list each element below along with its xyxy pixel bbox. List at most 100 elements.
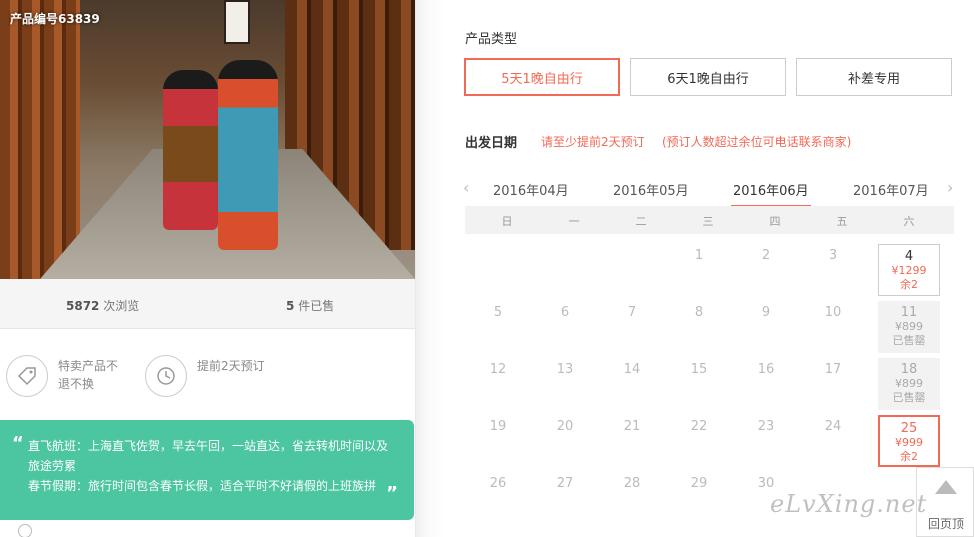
views-label: 次浏览 [103, 299, 140, 313]
calendar-day: 22 [666, 415, 732, 467]
product-code: 产品编号63839 [10, 12, 100, 26]
day-availability: 已售罄 [892, 391, 926, 404]
photo-wall-left [0, 0, 80, 279]
type-option-supplement[interactable]: 补差专用 [796, 58, 952, 96]
calendar-day: 14 [599, 358, 665, 410]
day-number: 2 [761, 248, 771, 263]
day-number: 23 [757, 419, 775, 434]
feature-text: 特卖产品不退不换 [58, 359, 119, 391]
quote-close-icon: ” [386, 483, 398, 504]
day-number: 24 [824, 419, 842, 434]
sold-stat: 5 件已售 [286, 297, 334, 314]
calendar-day: 7 [599, 301, 665, 353]
type-option-6d[interactable]: 6天1晚自由行 [630, 58, 786, 96]
day-number: 21 [623, 419, 641, 434]
notice-line-2: 春节假期：旅行时间包含春节长假，适合平时不好请假的上班族拼 [28, 479, 377, 493]
history-clock-icon [145, 355, 187, 397]
calendar-day[interactable]: 25 ¥999 余2 [878, 415, 940, 467]
weekday-label: 一 [568, 215, 580, 228]
watermark-logo: eLvXing.net [770, 490, 928, 518]
product-features: 特卖产品不退不换 提前2天预订 [0, 330, 415, 420]
calendar-day: 29 [666, 472, 732, 524]
day-number: 22 [690, 419, 708, 434]
day-availability: 余2 [900, 278, 918, 291]
feature-text: 提前2天预订 [197, 359, 265, 373]
day-number: 5 [493, 305, 503, 320]
day-number: 10 [824, 305, 842, 320]
day-price: ¥999 [895, 436, 923, 449]
product-type-label: 产品类型 [465, 32, 518, 47]
type-option-5d[interactable]: 5天1晚自由行 [464, 58, 620, 96]
arrow-up-icon [935, 480, 957, 494]
panel-divider [415, 0, 445, 537]
day-number: 9 [761, 305, 771, 320]
calendar-day: 23 [733, 415, 799, 467]
calendar-day: 27 [532, 472, 598, 524]
feature-no-refund: 特卖产品不退不换 [6, 355, 128, 397]
views-stat: 5872 次浏览 [66, 297, 139, 314]
calendar-day: 28 [599, 472, 665, 524]
calendar-day[interactable]: 18 ¥899 已售罄 [878, 358, 940, 410]
sold-count: 5 [286, 299, 295, 313]
day-number: 8 [694, 305, 704, 320]
calendar-day[interactable]: 11 ¥899 已售罄 [878, 301, 940, 353]
calendar-day: 6 [532, 301, 598, 353]
day-price: ¥899 [895, 377, 923, 390]
calendar-day: 8 [666, 301, 732, 353]
day-number: 19 [489, 419, 507, 434]
chevron-right-icon[interactable]: › [947, 178, 953, 197]
notice-line-1: 直飞航班：上海直飞佐贺，早去午回，一站直达，省去转机时间以及旅途劳累 [28, 439, 389, 473]
calendar-day: 20 [532, 415, 598, 467]
tag-icon [6, 355, 48, 397]
day-number: 1 [694, 248, 704, 263]
calendar-day: 13 [532, 358, 598, 410]
tab-pointer [46, 520, 66, 530]
calendar-day: 1 [666, 244, 732, 296]
day-number: 15 [690, 362, 708, 377]
calendar-day[interactable]: 4 ¥1299 余2 [878, 244, 940, 296]
sun-icon [18, 524, 32, 537]
day-availability: 余2 [900, 450, 918, 463]
booking-panel: 产品类型 5天1晚自由行 6天1晚自由行 补差专用 出发日期 请至少提前2天预订… [445, 0, 974, 537]
day-availability: 已售罄 [892, 334, 926, 347]
weekday-label: 五 [836, 215, 848, 228]
calendar-day: 5 [465, 301, 531, 353]
day-number: 29 [690, 476, 708, 491]
highlight-notice: “ 直飞航班：上海直飞佐贺，早去午回，一站直达，省去转机时间以及旅途劳累 春节假… [0, 420, 414, 520]
calendar-day: 17 [800, 358, 866, 410]
month-tab[interactable]: 2016年04月 [493, 180, 569, 199]
product-stats: 5872 次浏览 5 件已售 [0, 279, 415, 329]
day-number: 20 [556, 419, 574, 434]
month-tab-active[interactable]: 2016年06月 [731, 180, 811, 207]
calendar-day: 2 [733, 244, 799, 296]
feature-advance-booking: 提前2天预订 [145, 355, 267, 397]
day-number: 16 [757, 362, 775, 377]
photo-sign [224, 0, 250, 44]
recommend-tab [0, 520, 415, 537]
weekday-label: 日 [501, 215, 513, 228]
calendar-day: 10 [800, 301, 866, 353]
day-number: 27 [556, 476, 574, 491]
day-number: 25 [900, 421, 918, 436]
day-price: ¥1299 [891, 264, 927, 277]
sold-label: 件已售 [298, 299, 335, 313]
month-tab[interactable]: 2016年07月 [853, 180, 929, 199]
advance-booking-hint: 请至少提前2天预订 [541, 135, 645, 149]
day-number: 13 [556, 362, 574, 377]
day-price: ¥899 [895, 320, 923, 333]
weekday-label: 三 [702, 215, 714, 228]
product-photo[interactable]: 产品编号63839 [0, 0, 415, 279]
weekday-label: 四 [769, 215, 781, 228]
weekday-label: 六 [903, 215, 915, 228]
day-number: 11 [900, 305, 918, 320]
calendar-day: 24 [800, 415, 866, 467]
calendar-day: 16 [733, 358, 799, 410]
calendar-day: 26 [465, 472, 531, 524]
calendar-day: 21 [599, 415, 665, 467]
photo-figure [218, 60, 278, 250]
day-number: 26 [489, 476, 507, 491]
day-number: 17 [824, 362, 842, 377]
chevron-left-icon[interactable]: ‹ [463, 178, 469, 197]
month-tab[interactable]: 2016年05月 [613, 180, 689, 199]
day-number: 12 [489, 362, 507, 377]
